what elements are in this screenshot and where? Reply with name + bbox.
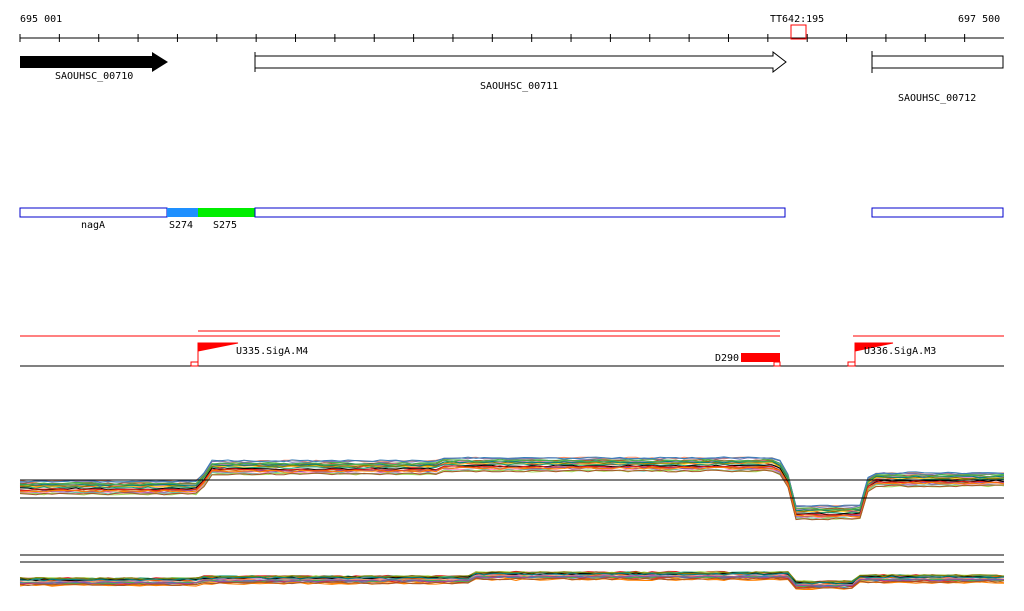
ruler-start-label: 695 001 bbox=[20, 14, 62, 25]
terminator-label: TT642:195 bbox=[770, 14, 824, 25]
segment-label: S274 bbox=[169, 220, 193, 231]
segment-S275[interactable] bbox=[198, 208, 255, 217]
coordinate-ruler: 695 001 697 500 TT642:195 bbox=[19, 14, 1004, 42]
promoter-block-D290[interactable] bbox=[741, 353, 780, 362]
gene-arrow-SAOUHSC_00711[interactable] bbox=[254, 50, 787, 74]
segment-right[interactable] bbox=[871, 207, 1004, 218]
segment-main[interactable] bbox=[254, 207, 786, 218]
gene-label: SAOUHSC_00711 bbox=[480, 81, 558, 92]
promoter-label: D290 bbox=[715, 353, 739, 364]
gene-label: SAOUHSC_00710 bbox=[55, 71, 133, 82]
genome-track-canvas: 695 001 697 500 TT642:195 SAOUHSC_00710 … bbox=[19, 14, 1005, 590]
expression-track-2 bbox=[19, 554, 1005, 590]
terminator-marker[interactable] bbox=[790, 24, 807, 40]
expression-line bbox=[19, 457, 1005, 508]
segment-S274[interactable] bbox=[167, 208, 198, 217]
promoter-label: U336.SigA.M3 bbox=[864, 346, 936, 357]
promoter-flag-icon[interactable] bbox=[197, 342, 239, 366]
ruler-end-label: 697 500 bbox=[958, 14, 1000, 25]
expression-track-1 bbox=[19, 456, 1005, 521]
segment-track: nagA S274 S275 bbox=[19, 207, 1004, 231]
promoter-track: U335.SigA.M4 D290 U336.SigA.M3 bbox=[20, 330, 1004, 367]
segment-nagA[interactable] bbox=[19, 207, 168, 218]
gene-arrow-SAOUHSC_00712[interactable] bbox=[871, 55, 1004, 69]
segment-label: nagA bbox=[81, 220, 105, 231]
segment-label: S275 bbox=[213, 220, 237, 231]
gene-label: SAOUHSC_00712 bbox=[898, 93, 976, 104]
gene-arrow-SAOUHSC_00710[interactable] bbox=[20, 52, 168, 72]
genome-browser: 695 001 697 500 TT642:195 SAOUHSC_00710 … bbox=[0, 0, 1024, 611]
promoter-label: U335.SigA.M4 bbox=[236, 346, 308, 357]
gene-track: SAOUHSC_00710 SAOUHSC_00711 SAOUHSC_0071… bbox=[20, 50, 1004, 104]
